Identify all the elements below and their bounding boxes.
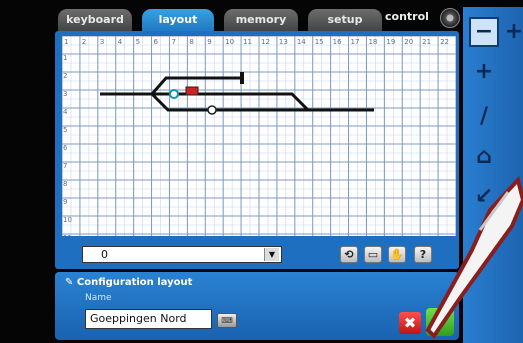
keyboard-icon[interactable]: ⌨: [217, 313, 237, 328]
tab-setup[interactable]: setup: [308, 9, 382, 31]
cross-track-icon[interactable]: +: [469, 57, 499, 87]
chevron-down-icon[interactable]: ▼: [264, 248, 279, 261]
config-title: ✎ Configuration layout: [65, 277, 193, 288]
zoom-out-icon[interactable]: −: [469, 17, 499, 47]
grid-column-label: 7: [171, 38, 175, 46]
signal-icon[interactable]: [185, 86, 199, 96]
layout-bottom-bar: 0 ▼ ⟲ ▭ ✋ ?: [62, 244, 456, 266]
grab-icon[interactable]: ✋: [388, 246, 406, 263]
grid-column-label: 20: [404, 38, 413, 46]
name-label: Name: [85, 293, 112, 303]
grid-column-label: 21: [422, 38, 431, 46]
stylus-icon: [425, 175, 523, 340]
layout-select[interactable]: 0 ▼: [82, 246, 282, 263]
grid-column-label: 17: [351, 38, 360, 46]
edit-icon[interactable]: ▭: [364, 246, 382, 263]
grid-column-label: 12: [261, 38, 270, 46]
track-grid-canvas[interactable]: 1 2 3 4 5 6 7 8 9 10 11 12 13 14 15 16 17 18 19 20 21 2212345…: [62, 36, 456, 236]
layout-select-value: 0: [101, 248, 108, 261]
cancel-button[interactable]: ✖: [399, 312, 421, 334]
grid-column-label: 11: [243, 38, 252, 46]
grid-column-label: 3: [100, 38, 104, 46]
grid-column-label: 2: [82, 38, 86, 46]
grid-column-label: 15: [315, 38, 324, 46]
track-contact-icon[interactable]: [207, 105, 217, 115]
tab-keyboard[interactable]: keyboard: [58, 9, 132, 31]
grid-column-label: 6: [154, 38, 159, 46]
buffer-stop-icon[interactable]: [240, 72, 244, 84]
grid-row-label: 6: [63, 144, 68, 152]
grid-row-label: 5: [63, 126, 67, 134]
diagonal-track-icon[interactable]: /: [469, 102, 499, 132]
rotate-icon[interactable]: ⟲: [340, 246, 358, 263]
grid-row-label: 9: [63, 198, 67, 206]
layout-grid[interactable]: 1 2 3 4 5 6 7 8 9 10 11 12 13 14 15 16 17 18 19 20 21 22 1 2 3 4 5…: [62, 36, 456, 236]
grid-row-label: 7: [63, 162, 67, 170]
grid-column-label: 4: [118, 38, 123, 46]
name-field[interactable]: Goeppingen Nord: [85, 309, 212, 329]
control-knob-icon[interactable]: [440, 8, 460, 28]
grid-column-label: 1: [64, 38, 68, 46]
grid-row-label: 4: [63, 108, 68, 116]
config-panel: ✎ Configuration layout Name Goeppingen N…: [55, 272, 459, 340]
grid-row-label: 2: [63, 72, 67, 80]
grid-column-label: 13: [279, 38, 288, 46]
grid-column-label: 8: [189, 38, 193, 46]
grid-column-label: 5: [136, 38, 140, 46]
grid-column-label: 16: [333, 38, 342, 46]
grid-column-label: 14: [297, 38, 306, 46]
grid-column-label: 19: [386, 38, 395, 46]
grid-row-label: 11: [63, 234, 72, 236]
grid-row-label: 1: [63, 54, 67, 62]
grid-column-label: 18: [368, 38, 377, 46]
grid-row-label: 8: [63, 180, 67, 188]
signal-icon[interactable]: ⌂: [469, 142, 499, 172]
tab-memory[interactable]: memory: [224, 9, 298, 31]
grid-column-label: 10: [225, 38, 234, 46]
wrench-icon: ✎: [65, 277, 74, 288]
grid-column-label: 22: [440, 38, 449, 46]
grid-row-label: 3: [63, 90, 67, 98]
tab-control[interactable]: control: [385, 10, 429, 23]
add-icon[interactable]: +: [499, 17, 523, 47]
grid-column-label: 9: [207, 38, 211, 46]
grid-row-label: 10: [63, 216, 72, 224]
turnout-icon[interactable]: [169, 89, 179, 99]
